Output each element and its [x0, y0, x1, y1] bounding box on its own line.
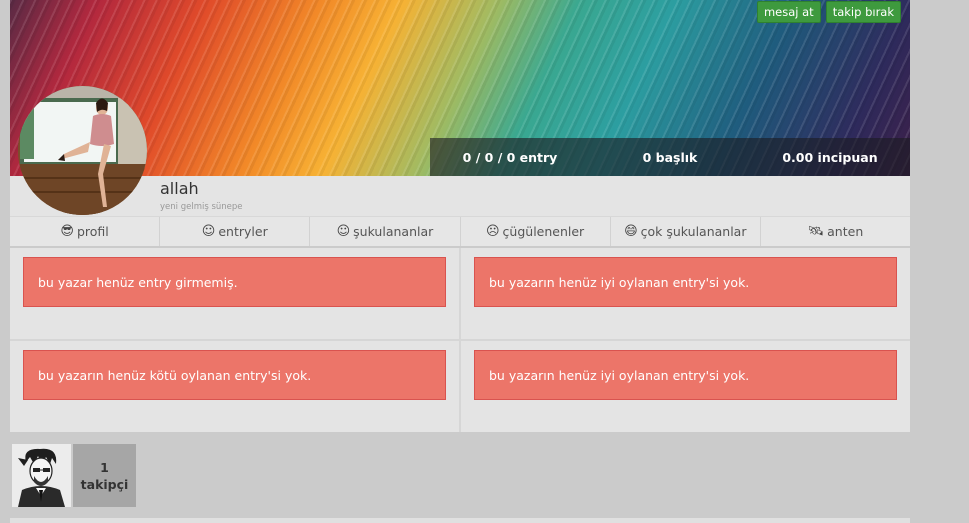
smiley-icon: ☺: [336, 224, 351, 239]
follower-label: takipçi: [80, 476, 129, 492]
panel-downvoted: bu yazarın henüz kötü oylanan entry'si y…: [10, 341, 459, 432]
stat-karma-points: 0.00 incipuan: [782, 149, 878, 165]
sunglasses-face-icon: 😎: [60, 224, 74, 239]
grin-face-icon: 😄: [624, 224, 638, 239]
smiley-icon: ☺: [201, 224, 216, 239]
frown-face-icon: ☹: [485, 224, 500, 239]
tab-sukulananlar[interactable]: ☺ şukulananlar: [310, 217, 461, 246]
tab-label: şukulananlar: [353, 224, 434, 239]
entry-panels: bu yazar henüz entry girmemiş. bu yazarı…: [10, 248, 910, 432]
profile-avatar[interactable]: [18, 86, 147, 215]
tab-cugulenenler[interactable]: ☹ çügülenenler: [461, 217, 611, 246]
panel-upvoted: bu yazarın henüz iyi oylanan entry'si yo…: [461, 248, 910, 339]
no-most-upvoted-alert: bu yazarın henüz iyi oylanan entry'si yo…: [474, 350, 897, 400]
bottom-panel-edge: [10, 518, 910, 523]
stat-topic-count[interactable]: 0 başlık: [590, 150, 750, 165]
no-upvoted-alert: bu yazarın henüz iyi oylanan entry'si yo…: [474, 257, 897, 307]
send-message-button[interactable]: mesaj at: [756, 1, 821, 23]
satellite-icon: 🛰: [807, 224, 825, 239]
tab-entryler[interactable]: ☺ entryler: [160, 217, 311, 246]
tab-label: entryler: [218, 224, 268, 239]
banner-actions: mesaj at takip bırak: [756, 1, 901, 23]
stats-bar: 0 / 0 / 0 entry 0 başlık 0.00 incipuan: [430, 138, 910, 176]
follower-avatar[interactable]: [12, 444, 71, 507]
user-rank-title: yeni gelmiş sünepe: [160, 202, 243, 212]
unfollow-button[interactable]: takip bırak: [825, 1, 901, 23]
no-entries-alert: bu yazar henüz entry girmemiş.: [23, 257, 446, 307]
tab-cok-sukulananlar[interactable]: 😄 çok şukulananlar: [611, 217, 761, 246]
username: allah: [160, 179, 199, 198]
profile-container: mesaj at takip bırak 0 / 0 / 0 entry 0 b…: [10, 0, 910, 432]
panel-entries: bu yazar henüz entry girmemiş.: [10, 248, 459, 339]
tab-label: çok şukulananlar: [640, 224, 747, 239]
panel-most-upvoted: bu yazarın henüz iyi oylanan entry'si yo…: [461, 341, 910, 432]
tab-label: profil: [76, 224, 109, 239]
profile-name-bar: allah yeni gelmiş sünepe: [10, 176, 910, 216]
no-downvoted-alert: bu yazarın henüz kötü oylanan entry'si y…: [23, 350, 446, 400]
follower-count-box[interactable]: 1 takipçi: [73, 444, 136, 507]
followers-section: 1 takipçi: [12, 444, 136, 507]
profile-tabs: 😎 profil ☺ entryler ☺ şukulananlar ☹ çüg…: [10, 216, 910, 246]
tab-anten[interactable]: 🛰 anten: [761, 217, 910, 246]
tab-profil[interactable]: 😎 profil: [10, 217, 161, 246]
tab-label: çügülenenler: [502, 224, 585, 239]
stat-entry-count[interactable]: 0 / 0 / 0 entry: [430, 150, 590, 165]
follower-count: 1: [100, 459, 109, 475]
tab-label: anten: [827, 224, 864, 239]
